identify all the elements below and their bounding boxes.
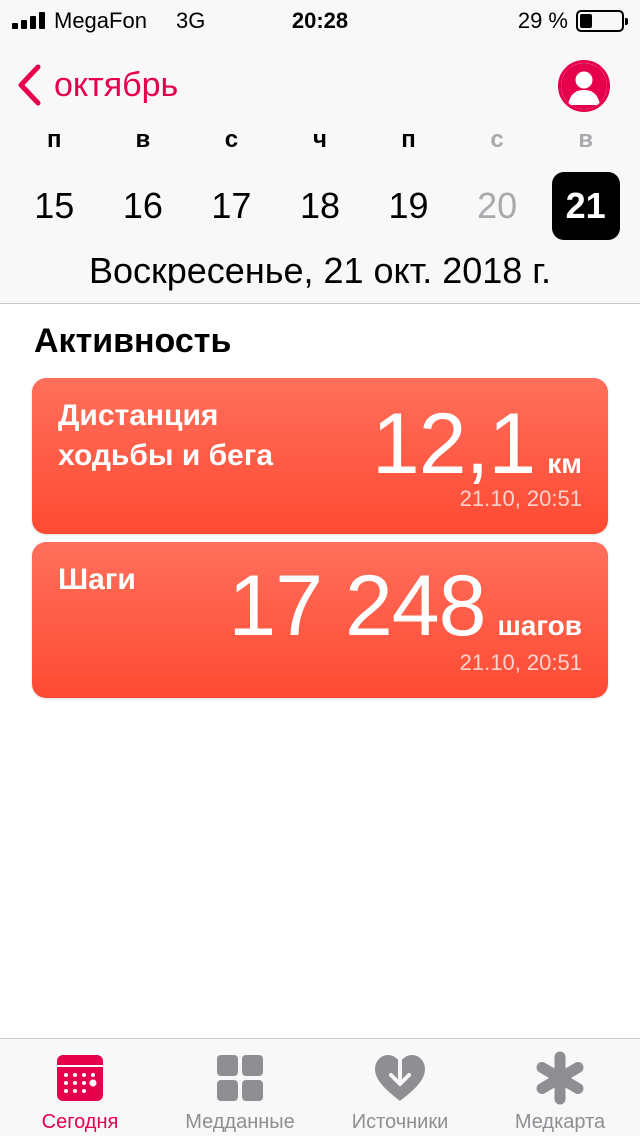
day-number: 16 bbox=[122, 185, 163, 226]
day-20[interactable]: с 20 bbox=[453, 120, 542, 244]
battery-icon bbox=[576, 10, 628, 32]
card-value: 12,1 bbox=[371, 396, 536, 492]
tab-label: Медданные bbox=[185, 1111, 295, 1133]
battery-percent: 29 % bbox=[517, 8, 568, 33]
walking-distance-card[interactable]: Дистанция ходьбы и бега 12,1 км 21.10, 2… bbox=[32, 378, 608, 534]
card-title: Шаги bbox=[58, 563, 136, 596]
day-number: 18 bbox=[299, 185, 340, 226]
card-title: Дистанция ходьбы и бега bbox=[58, 396, 273, 476]
tab-bar: Сегодня Медданные Источники Медкарта bbox=[0, 1038, 640, 1136]
section-title: Активность bbox=[34, 322, 232, 360]
day-number: 20 bbox=[477, 185, 518, 226]
card-title-line: Дистанция bbox=[58, 399, 219, 432]
tab-label: Медкарта bbox=[514, 1111, 606, 1133]
back-button[interactable]: октябрь bbox=[16, 62, 178, 108]
day-19[interactable]: п 19 bbox=[364, 120, 453, 244]
tab-medical-id[interactable]: Медкарта bbox=[480, 1039, 640, 1136]
card-value: 17 248 bbox=[228, 558, 486, 654]
day-number: 15 bbox=[34, 185, 75, 226]
chevron-left-icon bbox=[18, 64, 41, 106]
day-number: 19 bbox=[388, 185, 429, 226]
day-name: ч bbox=[313, 126, 327, 153]
card-unit: шагов bbox=[497, 610, 582, 641]
tab-label: Сегодня bbox=[41, 1111, 119, 1133]
calendar-icon bbox=[57, 1055, 103, 1101]
tab-sources[interactable]: Источники bbox=[320, 1039, 480, 1136]
header: MegaFon 3G 20:28 29 % октябрь п 15 в 16 … bbox=[0, 0, 640, 304]
day-name: с bbox=[224, 126, 239, 153]
back-label: октябрь bbox=[54, 65, 179, 104]
day-name: в bbox=[578, 126, 594, 153]
day-18[interactable]: ч 18 bbox=[276, 120, 365, 244]
asterisk-icon bbox=[536, 1051, 584, 1105]
status-bar: MegaFon 3G 20:28 29 % bbox=[0, 0, 640, 40]
tab-today[interactable]: Сегодня bbox=[0, 1039, 160, 1136]
card-value-row: 12,1 км bbox=[372, 392, 582, 496]
day-21-selected[interactable]: в 21 bbox=[541, 120, 630, 244]
card-value-row: 17 248 шагов bbox=[228, 554, 582, 658]
profile-button[interactable] bbox=[558, 60, 610, 112]
day-name: с bbox=[490, 126, 504, 153]
card-title-line: ходьбы и бега bbox=[58, 439, 274, 472]
card-unit: км bbox=[547, 448, 582, 479]
day-number: 17 bbox=[211, 185, 252, 226]
person-icon bbox=[561, 63, 607, 109]
week-strip: п 15 в 16 с 17 ч 18 п 19 с 20 в 21 bbox=[10, 120, 630, 244]
day-name: в bbox=[135, 126, 151, 153]
selected-date-title: Воскресенье, 21 окт. 2018 г. bbox=[88, 250, 552, 291]
tab-label: Источники bbox=[351, 1111, 449, 1133]
day-17[interactable]: с 17 bbox=[187, 120, 276, 244]
card-timestamp: 21.10, 20:51 bbox=[459, 650, 582, 675]
card-timestamp: 21.10, 20:51 bbox=[459, 486, 582, 511]
day-16[interactable]: в 16 bbox=[99, 120, 188, 244]
day-name: п bbox=[47, 126, 62, 153]
grid-icon bbox=[217, 1055, 263, 1101]
tab-health-data[interactable]: Медданные bbox=[160, 1039, 320, 1136]
day-15[interactable]: п 15 bbox=[10, 120, 99, 244]
heart-download-icon bbox=[375, 1055, 425, 1101]
day-number: 21 bbox=[551, 172, 620, 240]
steps-card[interactable]: Шаги 17 248 шагов 21.10, 20:51 bbox=[32, 542, 608, 698]
day-name: п bbox=[401, 126, 416, 153]
